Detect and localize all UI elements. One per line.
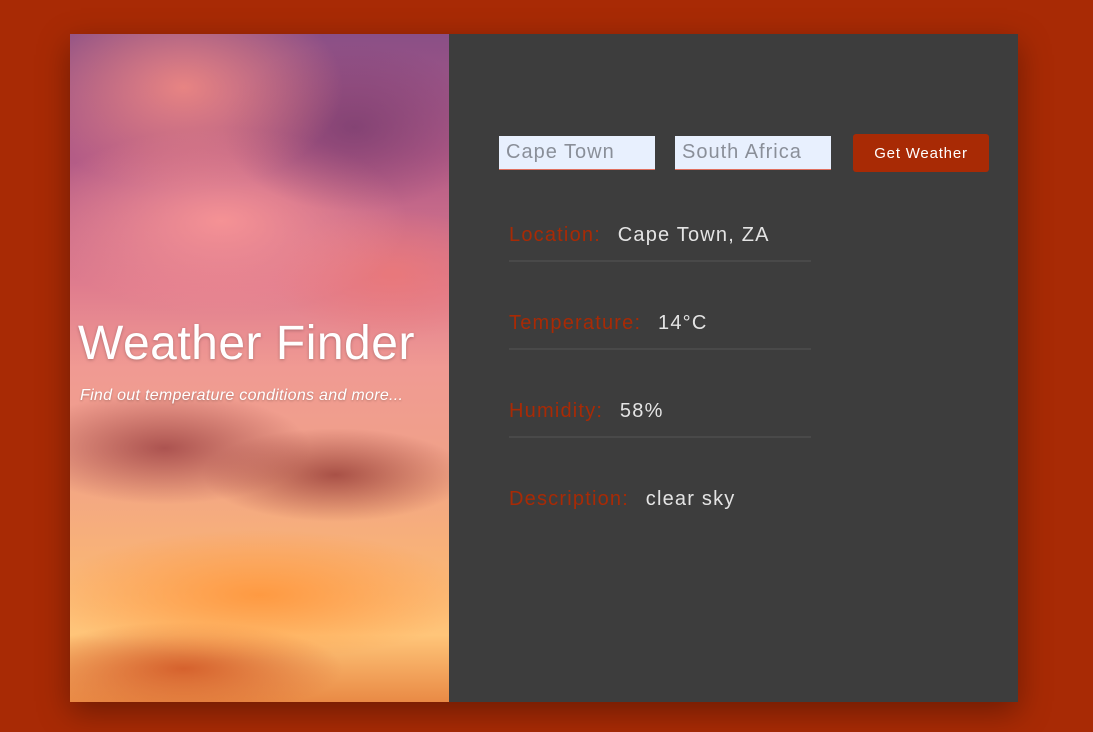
page-subtitle: Find out temperature conditions and more… [80, 387, 404, 404]
temperature-label: Temperature: [509, 312, 642, 334]
temperature-row: Temperature: 14°C [509, 312, 811, 350]
description-row: Description: clear sky [509, 488, 811, 524]
country-input[interactable] [675, 136, 831, 170]
humidity-row: Humidity: 58% [509, 400, 811, 438]
description-label: Description: [509, 488, 629, 510]
location-label: Location: [509, 224, 601, 246]
hero-sunset-image: Weather Finder Find out temperature cond… [70, 34, 449, 702]
page-title: Weather Finder [78, 317, 415, 370]
temperature-value: 14°C [658, 312, 708, 334]
location-row: Location: Cape Town, ZA [509, 224, 811, 262]
get-weather-button[interactable]: Get Weather [853, 134, 989, 172]
humidity-label: Humidity: [509, 400, 604, 422]
weather-app: Weather Finder Find out temperature cond… [70, 34, 1018, 702]
location-value: Cape Town, ZA [617, 224, 770, 246]
city-input[interactable] [499, 136, 655, 170]
weather-panel: Get Weather Location: Cape Town, ZA Temp… [449, 34, 1018, 702]
description-value: clear sky [645, 488, 736, 510]
humidity-value: 58% [619, 400, 664, 422]
